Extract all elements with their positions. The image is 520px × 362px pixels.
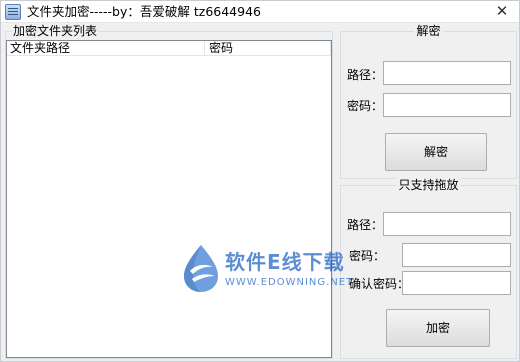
list-header: 文件夹路径 密码 (7, 41, 331, 56)
column-header-password[interactable]: 密码 (205, 41, 331, 56)
watermark-english-text: WWW.EDOWNING.NET (225, 277, 354, 288)
decrypt-password-label: 密码： (347, 99, 384, 113)
encrypt-path-label: 路径： (347, 218, 384, 232)
app-icon[interactable] (5, 4, 21, 20)
encrypted-folder-list-group: 加密文件夹列表 文件夹路径 密码 (5, 24, 333, 359)
encrypt-legend: 只支持拖放 (396, 178, 461, 192)
encrypt-path-input[interactable] (383, 212, 511, 236)
watermark: 软件E线下载 WWW.EDOWNING.NET (179, 241, 359, 301)
decrypt-legend: 解密 (414, 24, 443, 38)
encrypt-group: 只支持拖放 路径： 密码： 确认密码： 加密 (340, 178, 517, 359)
watermark-logo-icon (184, 245, 218, 292)
column-header-folder-path[interactable]: 文件夹路径 (7, 41, 205, 56)
encrypted-folder-list-legend: 加密文件夹列表 (12, 24, 99, 38)
decrypt-button[interactable]: 解密 (385, 133, 487, 171)
main-window: 文件夹加密-----by：吾爱破解 tz6644946 ✕ 加密文件夹列表 文件… (0, 0, 520, 362)
decrypt-password-input[interactable] (383, 93, 511, 117)
encrypt-password-input[interactable] (402, 243, 511, 267)
watermark-chinese-text: 软件E线下载 (225, 250, 345, 274)
close-button[interactable]: ✕ (493, 2, 511, 20)
decrypt-path-label: 路径： (347, 68, 384, 82)
title-bar[interactable]: 文件夹加密-----by：吾爱破解 tz6644946 ✕ (1, 1, 519, 23)
decrypt-group: 解密 路径： 密码： 解密 (340, 24, 517, 179)
confirm-password-input[interactable] (402, 271, 511, 295)
encrypted-folder-list[interactable]: 文件夹路径 密码 (6, 40, 332, 358)
window-title: 文件夹加密-----by：吾爱破解 tz6644946 (27, 4, 261, 19)
decrypt-path-input[interactable] (383, 61, 511, 85)
encrypt-button[interactable]: 加密 (386, 309, 490, 347)
